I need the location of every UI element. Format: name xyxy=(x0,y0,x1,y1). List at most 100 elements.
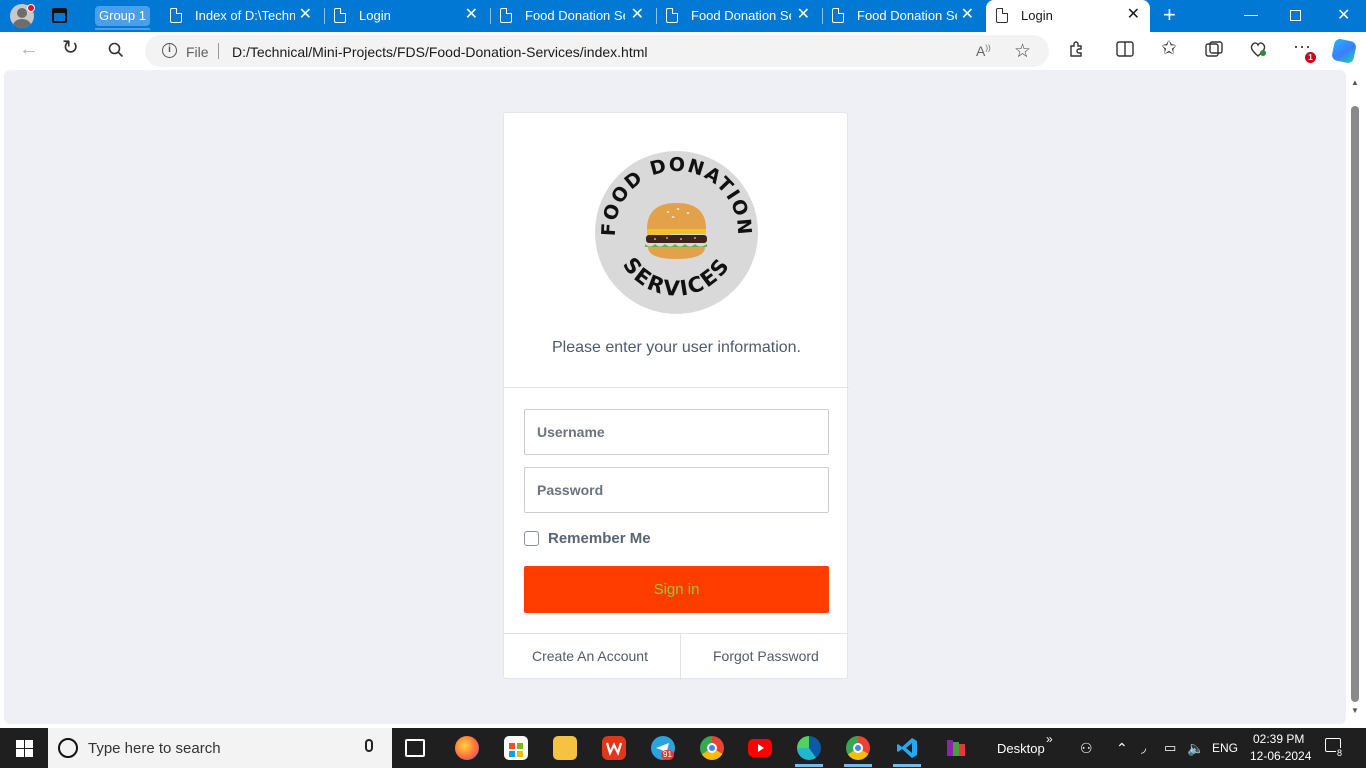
battery-icon[interactable]: ▭ xyxy=(1164,740,1176,756)
refresh-icon[interactable]: ↻ xyxy=(62,38,79,58)
scrollbar-thumb[interactable] xyxy=(1351,106,1359,702)
vscode-icon[interactable] xyxy=(893,736,921,767)
svg-text:SERVICES: SERVICES xyxy=(618,253,735,301)
search-icon[interactable] xyxy=(108,42,124,61)
tab-login[interactable]: Login ✕ xyxy=(324,0,488,32)
back-icon[interactable]: ← xyxy=(19,39,39,59)
file-explorer-icon[interactable] xyxy=(553,736,577,760)
close-icon[interactable]: ✕ xyxy=(797,7,810,23)
scrollbar[interactable]: ▲ ▼ xyxy=(1348,72,1362,724)
tab-food-donation-3[interactable]: Food Donation Ser ✕ xyxy=(822,0,984,32)
divider xyxy=(504,387,849,388)
close-icon[interactable]: ✕ xyxy=(631,7,644,23)
logo-text-bottom: SERVICES xyxy=(618,253,733,301)
tab-actions-icon[interactable] xyxy=(52,8,67,23)
favorite-star-icon[interactable]: ☆ xyxy=(1014,40,1031,63)
clock-date[interactable]: 12-06-2024 xyxy=(1250,749,1311,763)
tab-label: Food Donation Ser xyxy=(857,8,957,23)
remember-me-checkbox[interactable] xyxy=(524,531,539,546)
chrome-profile-icon[interactable] xyxy=(844,736,872,767)
sign-in-button[interactable]: Sign in xyxy=(524,566,829,613)
cortana-icon xyxy=(58,738,78,758)
page-icon xyxy=(666,8,678,23)
youtube-icon[interactable] xyxy=(748,739,772,757)
clock-time[interactable]: 02:39 PM xyxy=(1253,732,1304,746)
telegram-badge: 91 xyxy=(661,750,674,760)
toolbar-expand-icon[interactable]: » xyxy=(1046,732,1053,746)
chrome-icon[interactable] xyxy=(700,736,724,760)
info-icon[interactable]: i xyxy=(162,43,177,58)
divider xyxy=(504,633,849,634)
wps-office-icon[interactable] xyxy=(602,736,626,760)
page-icon xyxy=(170,8,182,23)
tab-label: Login xyxy=(1021,8,1053,23)
url-text[interactable]: D:/Technical/Mini-Projects/FDS/Food-Dona… xyxy=(232,44,647,60)
firefox-icon[interactable] xyxy=(455,736,479,760)
address-bar[interactable]: i File D:/Technical/Mini-Projects/FDS/Fo… xyxy=(145,35,1049,67)
minimize-icon[interactable]: — xyxy=(1244,6,1258,22)
tab-label: Food Donation Ser xyxy=(691,8,791,23)
network-icon[interactable]: ◞ xyxy=(1141,740,1146,756)
food-donation-logo: FOOD DONATION SERVICES xyxy=(595,151,758,314)
collections-icon[interactable] xyxy=(1205,41,1223,60)
remember-me-label[interactable]: Remember Me xyxy=(548,530,651,547)
tab-label: Food Donation Ser xyxy=(525,8,625,23)
split-screen-icon[interactable] xyxy=(1116,41,1134,60)
tab-index[interactable]: Index of D:\Technic ✕ xyxy=(160,0,322,32)
extensions-icon[interactable] xyxy=(1068,40,1086,61)
window-close-icon[interactable]: ✕ xyxy=(1337,5,1350,25)
taskbar-search[interactable]: Type here to search xyxy=(48,728,392,768)
browser-toolbar: ← ↻ i File D:/Technical/Mini-Projects/FD… xyxy=(0,32,1366,70)
tab-label: Index of D:\Technic xyxy=(195,8,295,23)
notification-badge: 1 xyxy=(1305,52,1316,63)
tab-food-donation-1[interactable]: Food Donation Ser ✕ xyxy=(490,0,654,32)
scroll-up-icon[interactable]: ▲ xyxy=(1351,78,1359,87)
password-input[interactable] xyxy=(524,467,829,513)
volume-icon[interactable]: 🔈 xyxy=(1187,740,1204,757)
browser-viewport: FOOD DONATION SERVICES Please enter your… xyxy=(0,70,1366,728)
notification-count: 8 xyxy=(1336,748,1344,758)
tab-group-chip[interactable]: Group 1 xyxy=(95,6,150,26)
close-icon[interactable]: ✕ xyxy=(961,7,974,23)
burger-icon xyxy=(645,203,707,259)
windows-taskbar: Type here to search 91 Desktop » ⚇ ⌃ ◞ ▭… xyxy=(0,728,1366,768)
close-icon[interactable]: ✕ xyxy=(1127,7,1140,23)
tab-login-active[interactable]: Login ✕ xyxy=(986,0,1150,32)
windows-start-icon[interactable] xyxy=(16,740,33,757)
browser-essentials-icon[interactable] xyxy=(1249,41,1267,60)
favorites-icon[interactable]: ✩ xyxy=(1161,39,1177,58)
address-divider xyxy=(218,43,219,59)
edge-icon[interactable] xyxy=(795,736,823,767)
chevron-up-icon[interactable]: ⌃ xyxy=(1116,740,1128,757)
tab-strip: Group 1 Index of D:\Technic ✕ Login ✕ Fo… xyxy=(0,0,1366,32)
language-indicator[interactable]: ENG xyxy=(1212,741,1238,755)
create-account-link[interactable]: Create An Account xyxy=(532,648,648,664)
forgot-password-link[interactable]: Forgot Password xyxy=(713,648,819,664)
microphone-icon[interactable] xyxy=(365,739,373,752)
winrar-icon[interactable] xyxy=(944,736,968,760)
page-icon xyxy=(500,8,512,23)
tab-food-donation-2[interactable]: Food Donation Ser ✕ xyxy=(656,0,820,32)
read-aloud-icon[interactable]: A)) xyxy=(976,43,991,59)
close-icon[interactable]: ✕ xyxy=(465,7,478,23)
login-prompt: Please enter your user information. xyxy=(551,339,801,356)
new-tab-icon[interactable]: + xyxy=(1163,4,1176,26)
close-icon[interactable]: ✕ xyxy=(299,7,312,23)
desktop-toolbar-label[interactable]: Desktop xyxy=(997,741,1045,756)
search-placeholder: Type here to search xyxy=(88,740,221,757)
scheme-label: File xyxy=(186,44,209,60)
tab-label: Login xyxy=(359,8,391,23)
login-card: FOOD DONATION SERVICES Please enter your… xyxy=(503,112,849,680)
username-input[interactable] xyxy=(524,409,829,455)
profile-notification-dot xyxy=(27,4,35,12)
telegram-icon[interactable]: 91 xyxy=(651,736,675,760)
scroll-down-icon[interactable]: ▼ xyxy=(1351,706,1359,715)
page-icon xyxy=(832,8,844,23)
page-background: FOOD DONATION SERVICES Please enter your… xyxy=(4,70,1346,724)
task-view-icon[interactable] xyxy=(405,739,425,757)
microsoft-store-icon[interactable] xyxy=(504,736,528,760)
people-icon[interactable]: ⚇ xyxy=(1080,740,1093,757)
footer-divider xyxy=(680,634,681,680)
restore-icon[interactable] xyxy=(1290,10,1301,21)
page-icon xyxy=(996,8,1008,23)
